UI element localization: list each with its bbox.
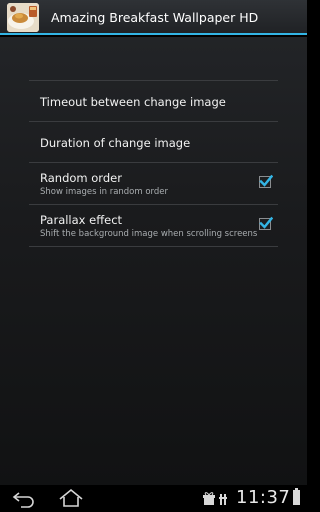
clock: 11:37 (236, 487, 291, 508)
battery-icon (293, 488, 300, 505)
system-navigation-bar: 11:37 (0, 485, 307, 512)
app-title: Amazing Breakfast Wallpaper HD (51, 10, 259, 25)
checkmark-icon (259, 216, 273, 229)
action-bar-accent-line (0, 33, 307, 35)
checkmark-icon (259, 174, 273, 187)
setting-title: Timeout between change image (40, 95, 226, 109)
home-icon (59, 488, 83, 507)
setting-timeout[interactable]: Timeout between change image (29, 81, 278, 121)
gift-icon (203, 492, 215, 505)
back-icon (12, 492, 34, 508)
home-button[interactable] (57, 488, 85, 512)
setting-duration[interactable]: Duration of change image (29, 122, 278, 162)
usb-debug-icon (219, 494, 227, 505)
app-icon[interactable] (7, 3, 39, 32)
status-icons (203, 491, 233, 507)
random-order-checkbox[interactable] (259, 174, 273, 188)
setting-summary: Shift the background image when scrollin… (40, 229, 258, 239)
divider (29, 246, 278, 247)
setting-title: Duration of change image (40, 136, 191, 150)
notification-icons (203, 492, 227, 505)
back-button[interactable] (11, 488, 37, 512)
setting-title: Random order (40, 171, 122, 185)
breakfast-thumbnail-icon (7, 3, 39, 32)
setting-random-order[interactable]: Random order Show images in random order (29, 163, 278, 204)
parallax-effect-checkbox[interactable] (259, 216, 273, 230)
action-bar: Amazing Breakfast Wallpaper HD (0, 0, 307, 35)
setting-parallax-effect[interactable]: Parallax effect Shift the background ima… (29, 205, 278, 246)
setting-title: Parallax effect (40, 213, 123, 227)
settings-list: Timeout between change image Duration of… (29, 80, 278, 247)
setting-summary: Show images in random order (40, 187, 169, 197)
settings-screen: Timeout between change image Duration of… (0, 37, 307, 485)
